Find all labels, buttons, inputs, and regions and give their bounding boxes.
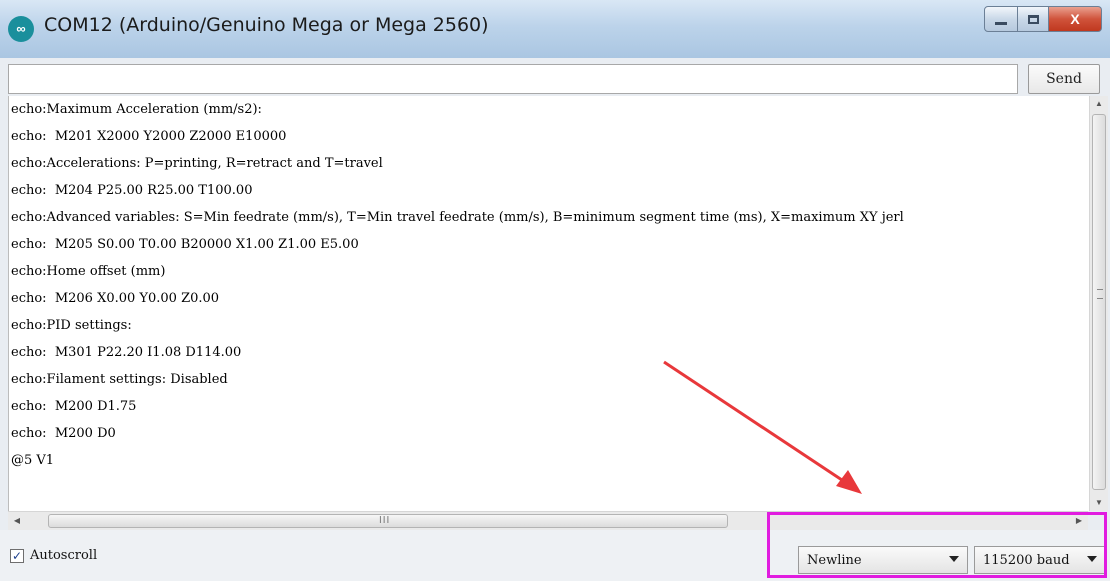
serial-monitor-window: ∞ COM12 (Arduino/Genuino Mega or Mega 25… bbox=[0, 0, 1110, 581]
annotation-arrow-shaft bbox=[663, 360, 849, 486]
annotation-arrow-head bbox=[836, 470, 862, 494]
annotation-arrow bbox=[663, 360, 862, 494]
